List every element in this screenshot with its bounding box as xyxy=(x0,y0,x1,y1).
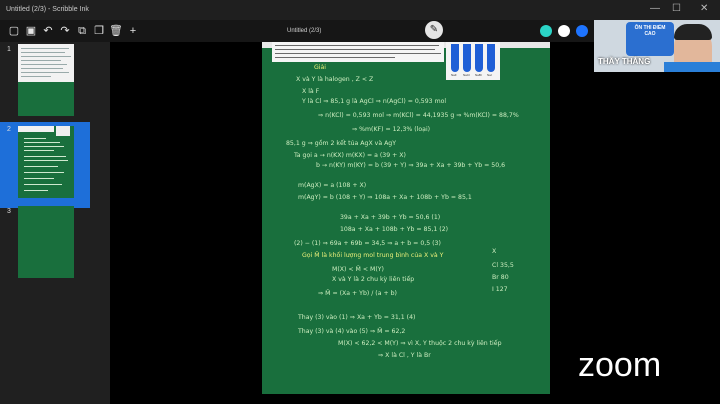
solution-line: Thay (3) và (4) vào (5) ⇒ M̄ = 62,2 xyxy=(298,328,406,335)
whiteboard-page[interactable]: NaF NaCl NaBr NaI Giải X và Y là halogen , Z… xyxy=(262,42,550,394)
color-swatch-2[interactable] xyxy=(558,25,570,37)
window-titlebar: Untitled (2/3) - Scribble Ink — ☐ ✕ xyxy=(0,0,720,20)
pen-tool-button[interactable]: ✎ xyxy=(425,21,443,39)
clipboard-icon[interactable]: ⧉ xyxy=(74,23,90,39)
save-icon[interactable]: ▣ xyxy=(23,23,39,39)
slide-sidebar: 1 2 3 xyxy=(0,42,110,404)
undo-icon[interactable]: ↶ xyxy=(40,23,56,39)
solution-line: M(X) < M̄ < M(Y) xyxy=(332,266,384,273)
slide-thumbnail-2[interactable]: 2 xyxy=(0,122,90,208)
close-button[interactable]: ✕ xyxy=(700,3,708,14)
color-swatch-3[interactable] xyxy=(576,25,588,37)
side-note: Br 80 xyxy=(492,274,509,281)
solution-line: Y là Cl ⇒ 85,1 g là AgCl ⇒ n(AgCl) = 0,5… xyxy=(302,98,447,105)
banner-sign: ÔN THI ĐIỂM CAO xyxy=(626,22,674,56)
solution-line: 85,1 g ⇒ gồm 2 kết tủa AgX và AgY xyxy=(286,140,397,147)
color-swatch-1[interactable] xyxy=(540,25,552,37)
solution-line: X và Y là 2 chu kỳ liên tiếp xyxy=(332,276,415,283)
maximize-button[interactable]: ☐ xyxy=(672,3,681,14)
new-page-icon[interactable]: ▢ xyxy=(6,23,22,39)
slide-number: 1 xyxy=(7,46,11,53)
tube-label: NaI xyxy=(487,73,492,77)
solution-line: ⇒ X là Cl , Y là Br xyxy=(378,352,431,359)
test-tube xyxy=(451,44,459,72)
solution-line: 108a + Xa + 108b + Yb = 85,1 (2) xyxy=(340,226,449,233)
window-title: Untitled (2/3) - Scribble Ink xyxy=(6,6,89,13)
solution-line: M(X) < 62,2 < M(Y) ⇒ vì X, Y thuộc 2 chu… xyxy=(338,340,502,347)
side-note: X xyxy=(492,248,497,255)
test-tube-image: NaF NaCl NaBr NaI xyxy=(446,42,500,80)
solution-line: X là F xyxy=(302,88,320,95)
side-note: I 127 xyxy=(492,286,508,293)
add-icon[interactable]: + xyxy=(125,23,141,39)
solution-line: ⇒ %m(KF) = 12,3% (loại) xyxy=(352,126,431,133)
test-tube xyxy=(487,44,495,72)
solution-line: (2) − (1) ⇒ 69a + 69b = 34,5 ⇒ a + b = 0… xyxy=(294,240,441,247)
redo-icon[interactable]: ↷ xyxy=(57,23,73,39)
solution-line: m(AgY) = b (108 + Y) ⇒ 108a + Xa + 108b … xyxy=(298,194,472,201)
slide-thumbnail-1[interactable]: 1 xyxy=(0,42,90,128)
tube-label: NaF xyxy=(451,73,457,77)
delete-icon[interactable]: 🗑 xyxy=(108,23,124,39)
banner-text: ÔN THI ĐIỂM CAO xyxy=(634,25,666,37)
pen-icon: ✎ xyxy=(429,24,439,35)
solution-line: Thay (3) vào (1) ⇒ Xa + Yb = 31,1 (4) xyxy=(298,314,416,321)
document-title: Untitled (2/3) xyxy=(287,28,322,34)
solution-line: ⇒ n(KCl) = 0,593 mol ⇒ m(KCl) = 44,1935 … xyxy=(318,112,519,119)
solution-line: Ta gọi a → n(KX) m(KX) = a (39 + X) xyxy=(294,152,406,159)
slide-number: 2 xyxy=(7,126,11,133)
solution-line: Gọi M̄ là khối lượng mol trung bình của … xyxy=(302,252,444,259)
tube-label: NaBr xyxy=(475,73,482,77)
test-tube xyxy=(475,44,483,72)
presenter-name: THẦY THẮNG xyxy=(598,57,651,66)
slide-number: 3 xyxy=(7,208,11,215)
slide-thumbnail-3[interactable]: 3 xyxy=(0,204,90,290)
solution-line: 39a + Xa + 39b + Yb = 50,6 (1) xyxy=(340,214,441,221)
tube-label: NaCl xyxy=(463,73,470,77)
solution-line: X và Y là halogen , Z < Z xyxy=(296,76,374,83)
slide-preview xyxy=(18,206,74,278)
solution-line: m(AgX) = a (108 + X) xyxy=(298,182,367,189)
minimize-button[interactable]: — xyxy=(650,3,660,14)
solution-line: Giải xyxy=(314,64,327,71)
copy-icon[interactable]: ❐ xyxy=(91,23,107,39)
webcam-video: ÔN THI ĐIỂM CAO THẦY THẮNG xyxy=(594,20,720,72)
solution-line: ⇒ M̄ = (Xa + Yb) / (a + b) xyxy=(318,290,397,297)
side-note: Cl 35,5 xyxy=(492,262,514,269)
slide-preview xyxy=(18,126,74,198)
slide-preview xyxy=(18,44,74,116)
solution-line: b → n(KY) m(KY) = b (39 + Y) ⇒ 39a + Xa … xyxy=(316,162,506,169)
problem-statement-image xyxy=(272,42,444,62)
test-tube xyxy=(463,44,471,72)
zoom-logo: zoom xyxy=(578,346,662,384)
